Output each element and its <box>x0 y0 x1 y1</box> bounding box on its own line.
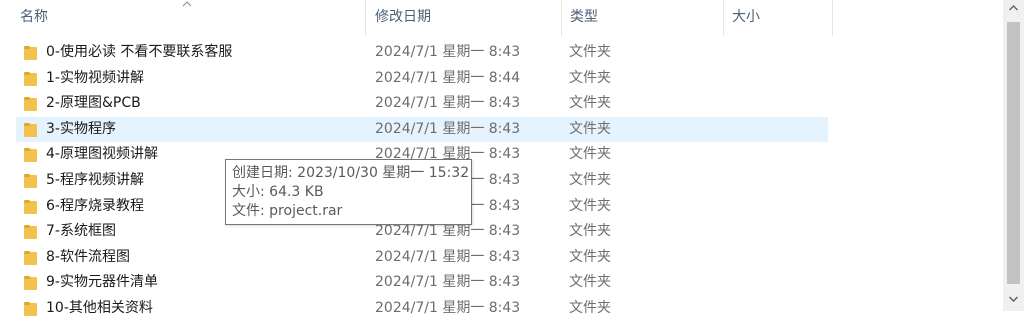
folder-icon <box>24 174 37 188</box>
folder-icon <box>24 225 37 239</box>
vertical-scrollbar[interactable] <box>1003 0 1024 311</box>
tooltip-size: 大小: 64.3 KB <box>232 184 324 200</box>
file-name: 1-实物视频讲解 <box>46 70 144 86</box>
file-row[interactable]: 3-实物程序 2024/7/1 星期一 8:43 文件夹 <box>16 117 828 142</box>
file-row[interactable]: 0-使用必读 不看不要联系客服 2024/7/1 星期一 8:43 文件夹 <box>16 40 828 65</box>
folder-icon <box>24 97 37 111</box>
column-header-name[interactable]: 名称 <box>0 0 366 36</box>
file-name: 3-实物程序 <box>46 121 116 137</box>
file-name: 5-程序视频讲解 <box>46 172 144 188</box>
file-type: 文件夹 <box>569 70 611 86</box>
folder-icon <box>24 72 37 86</box>
file-type: 文件夹 <box>569 198 611 214</box>
folder-icon <box>24 123 37 137</box>
file-type: 文件夹 <box>569 172 611 188</box>
column-header-date[interactable]: 修改日期 <box>366 0 562 36</box>
file-name: 7-系统框图 <box>46 223 116 239</box>
folder-icon <box>24 200 37 214</box>
file-modified-date: 2024/7/1 星期一 8:43 <box>375 249 521 265</box>
column-header-type-label: 类型 <box>570 9 598 25</box>
file-name: 2-原理图&PCB <box>46 95 141 111</box>
file-type: 文件夹 <box>569 95 611 111</box>
folder-icon <box>24 46 37 60</box>
file-name: 4-原理图视频讲解 <box>46 146 158 162</box>
file-modified-date: 2024/7/1 星期一 8:43 <box>375 274 521 290</box>
file-name: 10-其他相关资料 <box>46 300 153 316</box>
folder-icon <box>24 148 37 162</box>
folder-icon <box>24 302 37 316</box>
file-modified-date: 2024/7/1 星期一 8:44 <box>375 70 521 86</box>
file-type: 文件夹 <box>569 300 611 316</box>
column-header-type[interactable]: 类型 <box>562 0 724 36</box>
file-type: 文件夹 <box>569 223 611 239</box>
file-name: 6-程序烧录教程 <box>46 198 144 214</box>
column-header-size-label: 大小 <box>732 9 760 25</box>
sort-ascending-icon <box>182 1 192 7</box>
file-name: 9-实物元器件清单 <box>46 274 158 290</box>
tooltip-contained-files: 文件: project.rar <box>232 203 343 219</box>
file-modified-date: 2024/7/1 星期一 8:43 <box>375 44 521 60</box>
file-modified-date: 2024/7/1 星期一 8:43 <box>375 95 521 111</box>
file-row[interactable]: 9-实物元器件清单 2024/7/1 星期一 8:43 文件夹 <box>16 270 828 295</box>
column-header-date-label: 修改日期 <box>375 9 431 25</box>
scrollbar-thumb[interactable] <box>1007 22 1020 284</box>
column-header-name-label: 名称 <box>20 9 48 25</box>
tooltip-created-date: 创建日期: 2023/10/30 星期一 15:32 <box>232 165 470 181</box>
file-row[interactable]: 10-其他相关资料 2024/7/1 星期一 8:43 文件夹 <box>16 296 828 321</box>
file-type: 文件夹 <box>569 121 611 137</box>
column-header: 名称 修改日期 类型 大小 <box>0 0 1003 36</box>
file-modified-date: 2024/7/1 星期一 8:43 <box>375 121 521 137</box>
file-name: 8-软件流程图 <box>46 249 130 265</box>
file-name: 0-使用必读 不看不要联系客服 <box>46 44 233 60</box>
file-type: 文件夹 <box>569 146 611 162</box>
folder-icon <box>24 251 37 265</box>
file-type: 文件夹 <box>569 249 611 265</box>
column-header-size[interactable]: 大小 <box>724 0 833 36</box>
folder-icon <box>24 276 37 290</box>
scroll-up-arrow-icon[interactable] <box>1008 3 1019 13</box>
scroll-down-arrow-icon[interactable] <box>1008 294 1019 304</box>
file-modified-date: 2024/7/1 星期一 8:43 <box>375 300 521 316</box>
file-row[interactable]: 1-实物视频讲解 2024/7/1 星期一 8:44 文件夹 <box>16 66 828 91</box>
file-type: 文件夹 <box>569 274 611 290</box>
file-info-tooltip: 创建日期: 2023/10/30 星期一 15:32 大小: 64.3 KB 文… <box>225 159 472 225</box>
file-row[interactable]: 8-软件流程图 2024/7/1 星期一 8:43 文件夹 <box>16 245 828 270</box>
file-row[interactable]: 2-原理图&PCB 2024/7/1 星期一 8:43 文件夹 <box>16 91 828 116</box>
file-type: 文件夹 <box>569 44 611 60</box>
